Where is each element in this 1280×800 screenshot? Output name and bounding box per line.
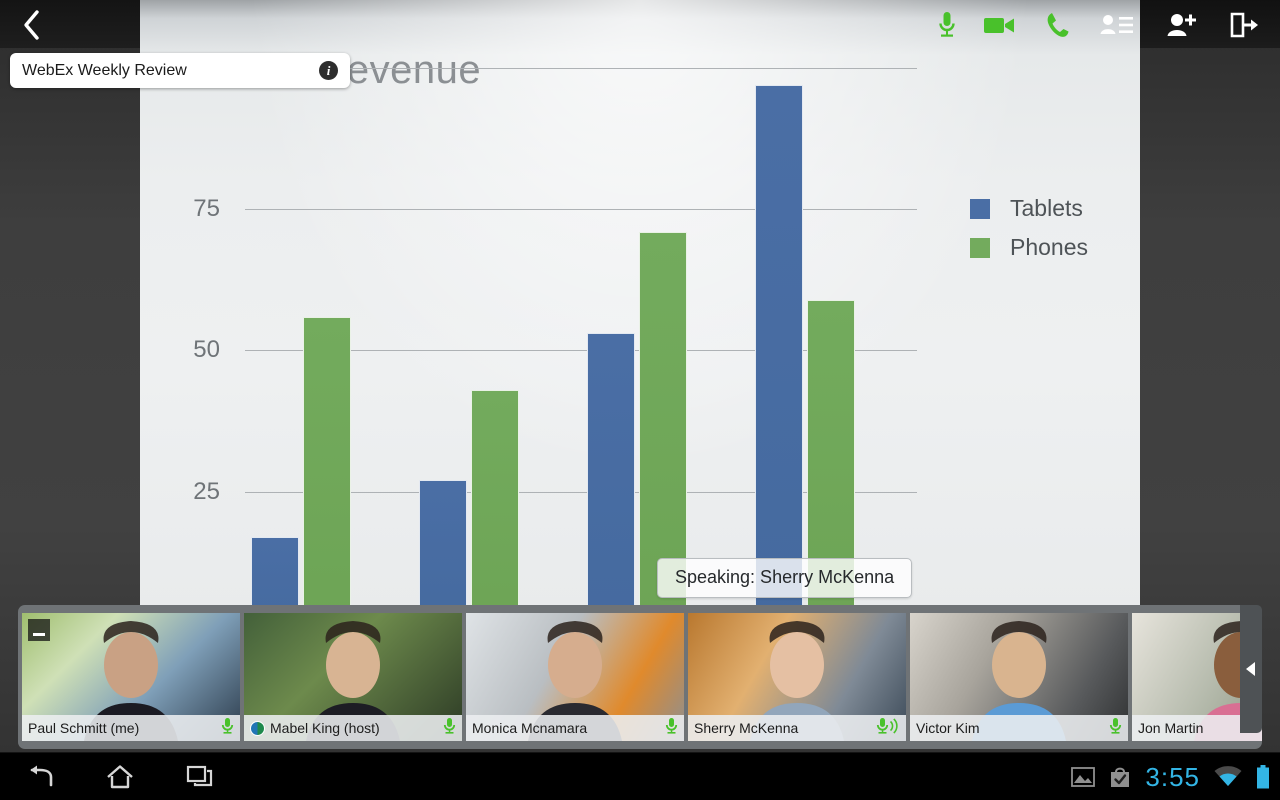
bar-phones-q3 — [639, 231, 687, 612]
y-axis-tick-label: 25 — [193, 477, 220, 505]
host-badge-icon — [250, 720, 265, 736]
participants-list-icon — [1100, 15, 1133, 34]
android-nav-buttons — [0, 753, 240, 800]
participant-name: Victor Kim — [916, 720, 980, 736]
shared-content-slide[interactable]: Mobile Revenue 255075100 TabletsPhones S… — [140, 0, 1140, 612]
battery-icon[interactable] — [1256, 765, 1270, 789]
bar-phones-q2 — [471, 389, 519, 612]
participant-label-bar: Paul Schmitt (me) — [22, 715, 240, 741]
back-icon — [30, 765, 53, 787]
meeting-title: WebEx Weekly Review — [22, 61, 187, 79]
participant-tile[interactable]: Monica Mcnamara — [466, 613, 684, 741]
webex-meeting-screen: Mobile Revenue 255075100 TabletsPhones S… — [0, 0, 1280, 800]
home-icon — [107, 765, 133, 789]
wifi-icon[interactable] — [1214, 766, 1242, 788]
minimize-self-view-button[interactable] — [28, 619, 50, 641]
microphone-icon — [939, 12, 955, 37]
android-home-button[interactable] — [80, 753, 160, 800]
chevron-left-icon — [1246, 662, 1255, 676]
bar-tablets-q2 — [419, 480, 467, 612]
phone-icon — [1047, 13, 1069, 37]
status-clock: 3:55 — [1145, 761, 1200, 792]
android-system-bar: 3:55 — [0, 752, 1280, 800]
microphone-button[interactable] — [925, 6, 969, 44]
y-axis-tick-label: 75 — [193, 195, 220, 223]
speaking-indicator: Speaking: Sherry McKenna — [657, 558, 913, 598]
microphone-icon[interactable] — [221, 717, 234, 740]
participant-tile[interactable]: Mabel King (host) — [244, 613, 462, 741]
chart-plot-area — [245, 0, 917, 612]
legend-item-phones: Phones — [970, 234, 1088, 261]
recents-icon — [186, 765, 213, 787]
microphone-icon[interactable] — [443, 717, 456, 740]
bar-tablets-q4 — [755, 84, 803, 612]
participant-label-bar: Sherry McKenna — [688, 715, 906, 741]
participant-name: Sherry McKenna — [694, 720, 799, 736]
screenshot-icon-glyph — [1071, 767, 1096, 787]
participant-name: Monica Mcnamara — [472, 720, 588, 736]
meeting-info-chip[interactable]: WebEx Weekly Review i — [10, 53, 350, 88]
chevron-left-icon — [24, 10, 39, 40]
participant-tile[interactable]: Victor Kim — [910, 613, 1128, 741]
legend-item-tablets: Tablets — [970, 195, 1088, 222]
leave-meeting-button[interactable] — [1222, 6, 1266, 44]
participant-tile[interactable]: Sherry McKenna — [688, 613, 906, 741]
phone-button[interactable] — [1036, 6, 1080, 44]
video-camera-icon — [984, 18, 1014, 33]
legend-swatch-icon — [970, 237, 990, 258]
info-icon[interactable]: i — [319, 61, 338, 80]
android-status-tray: 3:55 — [1071, 753, 1270, 800]
participant-label-bar: Victor Kim — [910, 715, 1128, 741]
participant-label-bar: Monica Mcnamara — [466, 715, 684, 741]
legend-label: Tablets — [1010, 195, 1083, 221]
participant-label-bar: Mabel King (host) — [244, 715, 462, 741]
battery-icon-glyph — [1257, 765, 1269, 789]
bar-group — [251, 0, 419, 612]
play-store-icon[interactable] — [1109, 766, 1131, 788]
microphone-icon[interactable] — [1109, 717, 1122, 740]
participant-name: Mabel King (host) — [270, 720, 380, 736]
participants-list-button[interactable] — [1095, 6, 1139, 44]
add-participant-icon — [1167, 14, 1196, 36]
android-back-button[interactable] — [0, 753, 80, 800]
chart-legend: Tablets Phones — [970, 195, 1088, 273]
play-store-icon-glyph — [1111, 767, 1130, 787]
filmstrip-collapse-button[interactable] — [1240, 605, 1262, 733]
add-participant-button[interactable] — [1160, 6, 1204, 44]
participant-tiles: Paul Schmitt (me) Mabel King (host) Monica… — [22, 613, 1262, 741]
microphone-active-icon[interactable] — [876, 717, 900, 740]
leave-meeting-icon — [1230, 12, 1258, 38]
bar-group — [419, 0, 587, 612]
bar-phones-q1 — [303, 316, 351, 612]
y-axis-tick-label: 50 — [193, 336, 220, 364]
participant-name: Paul Schmitt (me) — [28, 720, 140, 736]
legend-swatch-icon — [970, 198, 990, 219]
android-recents-button[interactable] — [160, 753, 240, 800]
chart-y-axis: 255075100 — [140, 0, 220, 612]
video-camera-button[interactable] — [978, 6, 1022, 44]
minimize-icon — [33, 633, 45, 636]
legend-label: Phones — [1010, 234, 1089, 260]
microphone-icon[interactable] — [665, 717, 678, 740]
meeting-top-bar — [0, 0, 1280, 48]
participant-filmstrip: Paul Schmitt (me) Mabel King (host) Monica… — [18, 605, 1262, 749]
screenshot-icon[interactable] — [1071, 767, 1096, 787]
bar-chart: 255075100 TabletsPhones — [140, 0, 1140, 612]
back-button[interactable] — [10, 4, 52, 46]
bar-tablets-q1 — [251, 536, 299, 612]
bar-tablets-q3 — [587, 333, 635, 612]
participant-tile[interactable]: Paul Schmitt (me) — [22, 613, 240, 741]
wifi-icon-glyph — [1214, 766, 1242, 786]
bar-group — [755, 0, 923, 612]
bar-group — [587, 0, 755, 612]
